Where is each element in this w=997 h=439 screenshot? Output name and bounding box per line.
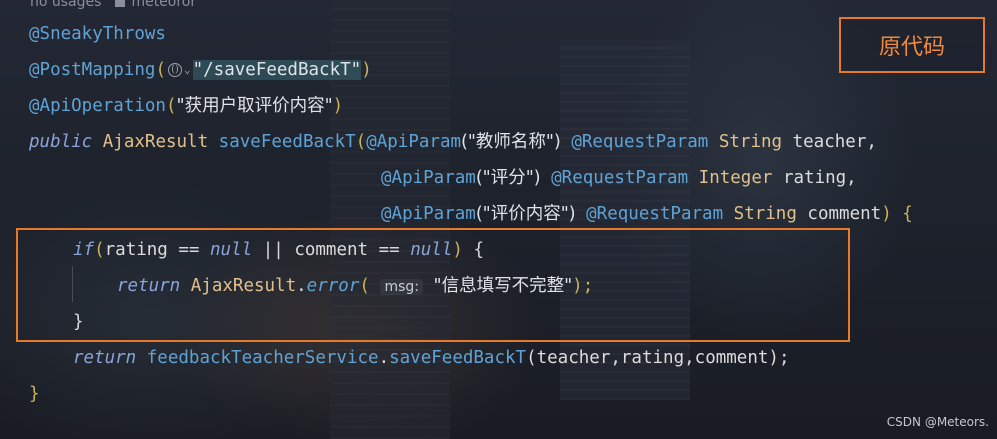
param-type: String bbox=[733, 204, 797, 224]
param-name: comment bbox=[807, 204, 882, 224]
annotation-apioperation: @ApiOperation bbox=[29, 96, 166, 116]
paren: ) { bbox=[881, 204, 913, 224]
annotation-apiparam: @ApiParam bbox=[366, 132, 462, 152]
code-line-10[interactable]: return feedbackTeacherService.saveFeedBa… bbox=[73, 345, 789, 371]
code-line-6[interactable]: @ApiParam("评价内容") @RequestParam String c… bbox=[381, 201, 913, 227]
paren: ) bbox=[361, 60, 372, 80]
param-name: teacher, bbox=[792, 132, 877, 152]
paren: ( bbox=[355, 132, 367, 152]
annotation-requestparam: @RequestParam bbox=[586, 204, 724, 224]
usages-text: no usages bbox=[30, 0, 102, 10]
author-text: meteoror bbox=[131, 0, 197, 10]
annotation-label-text: 原代码 bbox=[878, 35, 945, 60]
annotation-postmapping: @PostMapping bbox=[29, 60, 156, 80]
annotation-apiparam: @ApiParam bbox=[381, 204, 476, 224]
operation-string: "获用户取评价内容" bbox=[176, 96, 333, 116]
call-args: (teacher,rating,comment); bbox=[526, 348, 790, 368]
mapping-path: "/saveFeedBackT" bbox=[192, 60, 362, 80]
code-line-5[interactable]: @ApiParam("评分") @RequestParam Integer ra… bbox=[381, 165, 857, 191]
param-desc: ("评分") bbox=[475, 168, 541, 188]
dot: . bbox=[378, 348, 390, 368]
paren: ) bbox=[332, 96, 344, 116]
param-type: String bbox=[718, 132, 783, 152]
paren: ( bbox=[155, 60, 166, 80]
annotation-label: 原代码 bbox=[839, 17, 985, 73]
chevron-down-icon[interactable]: ⌄ bbox=[184, 63, 191, 76]
service-field: feedbackTeacherService bbox=[146, 348, 379, 368]
keyword-return: return bbox=[73, 348, 137, 368]
code-line-1[interactable]: @SneakyThrows bbox=[29, 21, 166, 47]
globe-icon[interactable] bbox=[167, 63, 182, 77]
param-desc: ("评价内容") bbox=[475, 204, 576, 224]
param-type: Integer bbox=[698, 168, 773, 188]
highlight-box bbox=[16, 228, 850, 342]
annotation-apiparam: @ApiParam bbox=[381, 168, 476, 188]
annotation-sneakythrows: @SneakyThrows bbox=[29, 24, 166, 44]
paren: ( bbox=[165, 96, 177, 116]
keyword-public: public bbox=[29, 132, 93, 152]
code-line-3[interactable]: @ApiOperation("获用户取评价内容") bbox=[29, 93, 343, 119]
method-name: saveFeedBackT bbox=[218, 132, 356, 152]
annotation-requestparam: @RequestParam bbox=[551, 168, 689, 188]
code-line-2[interactable]: @PostMapping( ⌄ "/saveFeedBackT") bbox=[29, 57, 372, 83]
return-type: AjaxResult bbox=[102, 132, 209, 152]
code-line-4[interactable]: public AjaxResult saveFeedBackT(@ApiPara… bbox=[29, 129, 877, 155]
code-line-11[interactable]: } bbox=[29, 381, 40, 407]
param-name: rating, bbox=[782, 168, 857, 188]
inlay-usage-hint[interactable]: no usages meteoror bbox=[30, 0, 196, 12]
param-desc: ("教师名称") bbox=[461, 132, 561, 152]
method-call: saveFeedBackT bbox=[389, 348, 527, 368]
annotation-requestparam: @RequestParam bbox=[571, 132, 709, 152]
watermark: CSDN @Meteors. bbox=[886, 415, 989, 429]
brace: } bbox=[29, 384, 40, 404]
user-icon bbox=[115, 0, 126, 7]
